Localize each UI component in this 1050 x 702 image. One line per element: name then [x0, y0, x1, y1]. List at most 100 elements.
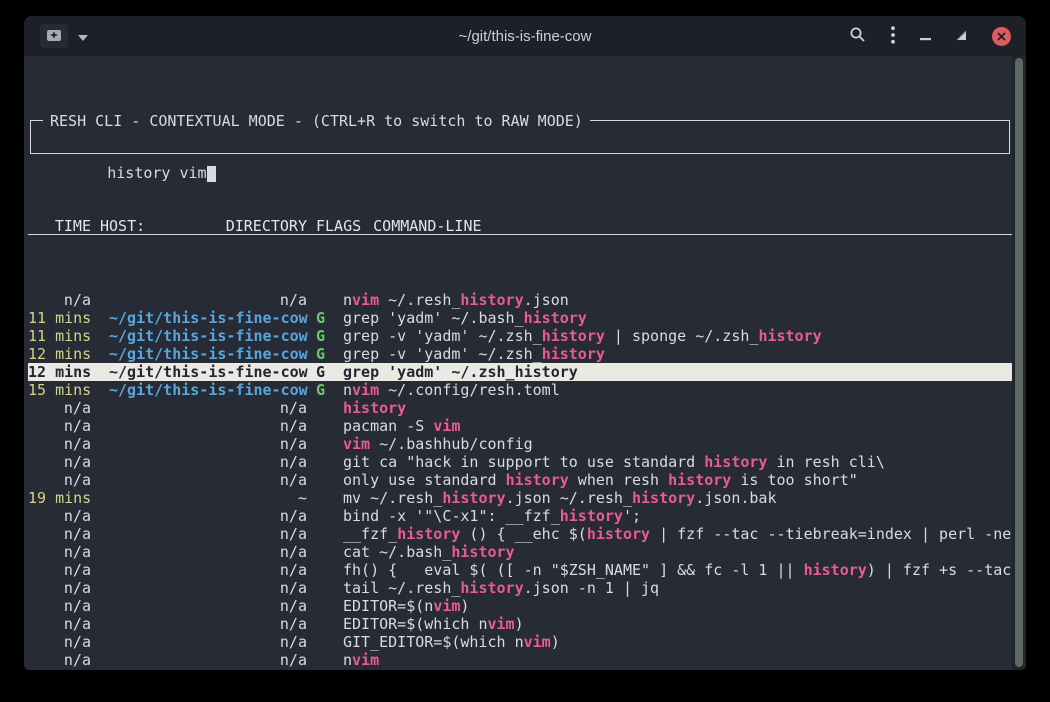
row-time: n/a	[28, 597, 91, 615]
table-row[interactable]: n/a n/a EDITOR=$(which nvim)	[28, 615, 1012, 633]
row-command: EDITOR=$(nvim)	[343, 597, 1012, 615]
restore-icon	[956, 29, 967, 44]
new-tab-icon	[46, 27, 62, 46]
table-row[interactable]: n/an/agit ca "hack in support to use sta…	[28, 453, 1012, 471]
row-flags	[316, 435, 325, 453]
table-row[interactable]: n/an/avim ~/.bashhub/config	[28, 435, 1012, 453]
row-directory: n/a	[109, 561, 307, 579]
search-query-input[interactable]: history vim	[107, 164, 206, 182]
row-time: 15 mins	[28, 381, 91, 399]
close-icon	[997, 29, 1006, 44]
row-command: nvim ~/.resh_history.json	[343, 291, 1012, 309]
row-command: grep -v 'yadm' ~/.zsh_history	[343, 345, 1012, 363]
row-time: 11 mins	[28, 309, 91, 327]
header-flags: FLAGS	[316, 217, 361, 234]
row-time: n/a	[28, 399, 91, 417]
row-directory: ~	[109, 489, 307, 507]
table-row[interactable]: n/a n/a nvim ~/.resh_history.json	[28, 291, 1012, 309]
row-flags	[316, 615, 325, 633]
terminal-window: ~/git/this-is-fine-cow	[24, 16, 1026, 670]
header-host: HOST:	[100, 217, 145, 234]
header-directory: DIRECTORY	[226, 217, 307, 234]
row-command: which nvim	[343, 669, 1012, 670]
row-flags: G	[316, 381, 325, 399]
row-time: 11 mins	[28, 327, 91, 345]
resh-mode-title: RESH CLI - CONTEXTUAL MODE - (CTRL+R to …	[43, 112, 590, 130]
row-directory: n/a	[109, 615, 307, 633]
row-time: 12 mins	[28, 363, 91, 381]
row-directory: n/a	[109, 597, 307, 615]
row-command: GIT_EDITOR=$(which nvim)	[343, 633, 1012, 651]
row-command: __fzf_history () { __ehc $(history | fzf…	[343, 525, 1012, 543]
table-row[interactable]: n/an/a__fzf_history () { __ehc $(history…	[28, 525, 1012, 543]
row-time: n/a	[28, 561, 91, 579]
row-command: fh() { eval $( ([ -n "$ZSH_NAME" ] && fc…	[343, 561, 1012, 579]
header-command-line: COMMAND-LINE	[373, 217, 481, 234]
table-row[interactable]: n/an/apacman -S vim	[28, 417, 1012, 435]
row-time: n/a	[28, 453, 91, 471]
scrollbar-gutter	[1012, 56, 1026, 670]
row-command: EDITOR=$(which nvim)	[343, 615, 1012, 633]
row-flags	[316, 399, 325, 417]
restore-button[interactable]	[956, 29, 967, 44]
row-time: n/a	[28, 651, 91, 669]
row-time: n/a	[28, 615, 91, 633]
table-row[interactable]: n/an/acat ~/.bash_history	[28, 543, 1012, 561]
table-row[interactable]: 11 mins~/git/this-is-fine-cowGgrep 'yadm…	[28, 309, 1012, 327]
row-directory: n/a	[109, 633, 307, 651]
table-row[interactable]: 12 mins~/git/this-is-fine-cowGgrep -v 'y…	[28, 345, 1012, 363]
row-time: n/a	[28, 291, 91, 309]
row-directory: n/a	[109, 291, 307, 309]
row-directory: ~/git/this-is-fine-cow	[109, 327, 307, 345]
new-tab-button[interactable]	[40, 24, 68, 48]
table-row[interactable]: n/an/ahistory	[28, 399, 1012, 417]
row-flags: G	[316, 309, 325, 327]
kebab-menu-icon	[891, 26, 895, 47]
row-directory: n/a	[109, 507, 307, 525]
row-command: grep -v 'yadm' ~/.zsh_history | sponge ~…	[343, 327, 1012, 345]
table-row[interactable]: n/a n/a EDITOR=$(nvim)	[28, 597, 1012, 615]
row-time: n/a	[28, 579, 91, 597]
table-row[interactable]: n/a n/a GIT_EDITOR=$(which nvim)	[28, 633, 1012, 651]
history-rows: n/an/anvim ~/.resh_history.json11 mins~/…	[28, 289, 1012, 670]
row-time: n/a	[28, 669, 91, 670]
row-command: mv ~/.resh_history.json ~/.resh_history.…	[343, 489, 1012, 507]
row-command: nvim	[343, 651, 1012, 669]
row-command: grep 'yadm' ~/.zsh_history	[343, 363, 1012, 381]
row-flags	[316, 597, 325, 615]
row-time: n/a	[28, 633, 91, 651]
row-directory: ~/git/this-is-fine-cow	[109, 381, 307, 399]
table-row[interactable]: n/an/abind -x '"\C-x1": __fzf_history';	[28, 507, 1012, 525]
text-cursor	[207, 166, 216, 182]
search-button[interactable]	[849, 26, 866, 46]
table-row[interactable]: 15 mins ~/git/this-is-fine-cow Gnvim ~/.co…	[28, 381, 1012, 399]
table-row[interactable]: n/a n/a nvim	[28, 651, 1012, 669]
header-time: TIME	[28, 217, 91, 234]
row-time: n/a	[28, 507, 91, 525]
scrollbar-thumb[interactable]	[1015, 58, 1023, 667]
row-flags	[316, 453, 325, 471]
table-row[interactable]: 19 mins~mv ~/.resh_history.json ~/.resh_…	[28, 489, 1012, 507]
row-command: git ca "hack in support to use standard …	[343, 453, 1012, 471]
row-directory: ~/git/this-is-fine-cow	[109, 309, 307, 327]
tab-dropdown-button[interactable]	[78, 29, 88, 44]
table-row[interactable]: n/a n/a which nvim	[28, 669, 1012, 670]
table-header: TIME HOST: DIRECTORY FLAGS COMMAND-LINE	[28, 217, 1012, 235]
table-row[interactable]: n/an/atail ~/.resh_history.json -n 1 | j…	[28, 579, 1012, 597]
row-flags	[316, 507, 325, 525]
minimize-button[interactable]	[920, 29, 931, 44]
table-row[interactable]: n/an/aonly use standard history when res…	[28, 471, 1012, 489]
row-command: tail ~/.resh_history.json -n 1 | jq	[343, 579, 1012, 597]
table-row[interactable]: n/a n/a fh() { eval $( ([ -n "$ZSH_NAME" ]…	[28, 561, 1012, 579]
close-button[interactable]	[992, 27, 1011, 46]
table-row[interactable]: 11 mins~/git/this-is-fine-cowGgrep -v 'y…	[28, 327, 1012, 345]
row-flags	[316, 543, 325, 561]
row-flags	[316, 651, 325, 669]
titlebar: ~/git/this-is-fine-cow	[24, 16, 1026, 56]
row-directory: n/a	[109, 669, 307, 670]
row-command: nvim ~/.config/resh.toml	[343, 381, 1012, 399]
row-flags	[316, 561, 325, 579]
row-directory: n/a	[109, 435, 307, 453]
menu-button[interactable]	[891, 26, 895, 47]
table-row-selected[interactable]: 12 mins~/git/this-is-fine-cowGgrep 'yadm…	[28, 363, 1012, 381]
